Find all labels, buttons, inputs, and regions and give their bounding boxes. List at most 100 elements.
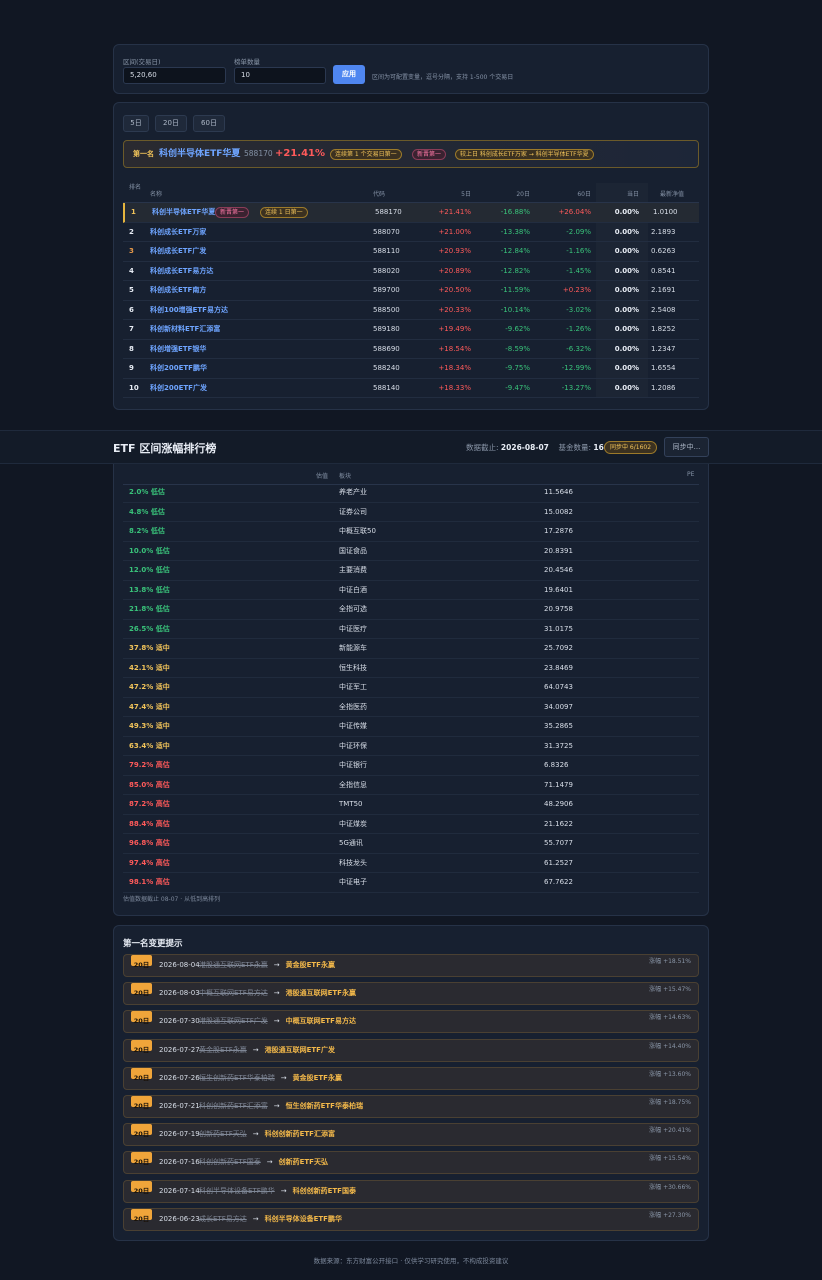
- footer-disclaimer: 数据来源：东方财富公开接口 · 仅供学习研究使用，不构成投资建议: [313, 1257, 509, 1265]
- sticky-header: ETF 区间涨幅排行榜 数据截止: 2026-08-07 基金数量: 1602 …: [0, 430, 822, 464]
- table-row[interactable]: 2 科创成长ETF万家 588070 +21.00% -13.38% -2.09% 0.00…: [123, 223, 699, 242]
- nav-cell: 1.8252: [651, 325, 676, 333]
- leader-pct: +21.41%: [275, 148, 326, 159]
- gain-value: 涨幅 +14.40%: [649, 1042, 691, 1050]
- return-20d-cell: -12.82%: [500, 266, 530, 275]
- nav-cell: 1.2347: [651, 344, 676, 353]
- valuation-percentile: 26.5% 低估: [129, 624, 170, 633]
- valuation-percentile: 42.1% 适中: [129, 663, 170, 672]
- fund-name-link[interactable]: 科创200ETF鹏华: [150, 359, 207, 378]
- return-20d-cell: -9.47%: [505, 383, 530, 392]
- new-leader: 黄金股ETF永赢: [285, 961, 335, 969]
- valuation-percentile: 12.0% 低估: [129, 566, 170, 574]
- table-row[interactable]: 5 科创成长ETF南方 589700 +20.50% -11.59% +0.23% 0.00…: [123, 281, 699, 301]
- return-5d-cell: +18.34%: [438, 364, 471, 372]
- table-row[interactable]: 6 科创100增强ETF易方达 588500 +20.33% -10.14% -3.02%…: [123, 301, 699, 320]
- count-input[interactable]: 10: [234, 67, 326, 84]
- return-20d-cell: -13.38%: [500, 227, 530, 236]
- gain-value: 涨幅 +14.63%: [649, 1014, 691, 1022]
- return-60d-cell: -1.16%: [566, 247, 591, 255]
- gain-value: 涨幅 +13.60%: [649, 1070, 691, 1078]
- streak-badge: 连续 1 日第一: [260, 207, 308, 218]
- return-20d-cell: -10.14%: [500, 305, 530, 314]
- table-row[interactable]: 7 科创新材料ETF汇添富 589180 +19.49% -9.62% -1.26% 0.0…: [123, 320, 699, 340]
- sync-button[interactable]: 同步中...: [664, 437, 709, 457]
- return-today-cell: 0.00%: [614, 383, 639, 392]
- pe-value: 35.2865: [544, 722, 573, 730]
- tab-5d[interactable]: 5日: [123, 115, 149, 132]
- header-sector[interactable]: 板块: [339, 471, 351, 480]
- arrow-right-icon: →: [266, 1158, 273, 1167]
- table-row[interactable]: 3 科创成长ETF广发 588110 +20.93% -12.84% -1.16% 0.00…: [123, 242, 699, 262]
- arrow-right-icon: →: [273, 989, 280, 998]
- range-input[interactable]: 5,20,60: [123, 67, 226, 84]
- table-row[interactable]: 10 科创200ETF广发 588140 +18.33% -9.47% -13.27% 0.…: [123, 379, 699, 398]
- fund-name-link[interactable]: 科创成长ETF易方达: [150, 262, 213, 281]
- table-row[interactable]: 8 科创增强ETF银华 588690 +18.54% -8.59% -6.32% 0.00%…: [123, 340, 699, 359]
- table-row: 47.2% 适中 中证军工 64.0743: [123, 678, 699, 698]
- valuation-percentile: 79.2% 高估: [129, 761, 170, 769]
- new-leader: 科创创新药ETF汇添富: [264, 1130, 335, 1139]
- rank-cell: 5: [129, 286, 134, 294]
- period-tag: 20日: [131, 1180, 152, 1195]
- data-meta: 数据截止: 2026-08-07 基金数量: 1602: [466, 442, 614, 453]
- new-leader: 港股通互联网ETF广发: [264, 1045, 335, 1054]
- sector-name: 全指医药: [339, 702, 367, 711]
- sector-name: 中证传媒: [339, 722, 367, 730]
- header-5d[interactable]: 5日: [461, 189, 471, 198]
- valuation-percentile: 2.0% 低估: [129, 488, 165, 496]
- header-valuation[interactable]: 估值: [316, 471, 328, 480]
- return-60d-cell: -1.26%: [566, 325, 591, 333]
- header-20d[interactable]: 20日: [516, 189, 530, 198]
- table-row[interactable]: 1 科创半导体ETF华夏 新晋第一 连续 1 日第一 588170 +21.41% -16.…: [123, 203, 699, 223]
- sector-name: 5G通讯: [339, 839, 363, 847]
- header-60d[interactable]: 60日: [577, 189, 591, 198]
- pe-value: 55.7077: [544, 839, 573, 847]
- page-title: ETF 区间涨幅排行榜: [113, 442, 217, 455]
- fund-name-link[interactable]: 科创成长ETF南方: [150, 281, 206, 300]
- rank-cell: 4: [129, 266, 134, 275]
- table-row: 10.0% 低估 国证食品 20.8391: [123, 542, 699, 561]
- header-pe[interactable]: PE: [687, 471, 694, 478]
- return-5d-cell: +18.33%: [438, 383, 471, 392]
- pe-value: 34.0097: [544, 702, 573, 711]
- arrow-right-icon: →: [280, 1186, 287, 1195]
- previous-leader: 科创半导体设备ETF鹏华: [199, 1186, 275, 1195]
- return-20d-cell: -16.88%: [500, 208, 530, 216]
- apply-button[interactable]: 应用: [333, 65, 365, 84]
- fund-name-link[interactable]: 科创增强ETF银华: [150, 340, 206, 359]
- table-row: 88.4% 高估 中证煤炭 21.1622: [123, 815, 699, 834]
- change-detail: 科创创新药ETF国泰 → 创新药ETF天弘: [199, 1152, 328, 1173]
- fund-name-link[interactable]: 科创100增强ETF易方达: [150, 301, 228, 320]
- header-today[interactable]: 当日: [627, 189, 639, 198]
- tab-20d[interactable]: 20日: [155, 115, 187, 132]
- fund-name-link[interactable]: 科创成长ETF万家: [150, 223, 206, 242]
- return-20d-cell: -8.59%: [505, 344, 530, 353]
- tab-60d[interactable]: 60日: [193, 115, 225, 132]
- rank-cell: 6: [129, 305, 134, 314]
- fund-name-link[interactable]: 科创200ETF广发: [150, 379, 207, 398]
- fund-name-link[interactable]: 科创半导体ETF华夏: [152, 203, 215, 222]
- pe-value: 20.9758: [544, 605, 573, 613]
- code-cell: 588170: [375, 208, 402, 216]
- table-row: 12.0% 低估 主要消费 20.4546: [123, 561, 699, 581]
- pe-value: 20.4546: [544, 566, 573, 574]
- arrow-right-icon: →: [252, 1214, 259, 1223]
- header-name: 名称: [150, 191, 163, 198]
- return-today-cell: 0.00%: [614, 325, 639, 333]
- change-detail: 恒生创新药ETF华泰柏瑞 → 黄金股ETF永赢: [199, 1068, 342, 1089]
- ranking-panel: 5日 20日 60日 第一名 科创半导体ETF华夏 588170 +21.41%…: [113, 102, 709, 410]
- list-item: 20日 2026-07-21 科创创新药ETF汇添富 → 恒生创新药ETF华泰柏瑞 涨幅 …: [123, 1095, 699, 1118]
- header-code[interactable]: 代码: [373, 189, 385, 198]
- table-row[interactable]: 4 科创成长ETF易方达 588020 +20.89% -12.82% -1.45% 0.0…: [123, 262, 699, 281]
- fund-name-link[interactable]: 科创成长ETF广发: [150, 242, 206, 261]
- header-nav[interactable]: 最新净值: [660, 189, 684, 198]
- sector-name: 恒生科技: [339, 663, 367, 672]
- code-cell: 588020: [373, 266, 400, 275]
- fund-name-link[interactable]: 科创新材料ETF汇添富: [150, 320, 220, 339]
- leader-name[interactable]: 科创半导体ETF华夏: [159, 141, 240, 167]
- table-row[interactable]: 9 科创200ETF鹏华 588240 +18.34% -9.75% -12.99% 0.0…: [123, 359, 699, 379]
- arrow-right-icon: →: [252, 1045, 259, 1054]
- new-leader: 科创创新药ETF国泰: [292, 1186, 356, 1195]
- sector-name: 全指信息: [339, 780, 367, 789]
